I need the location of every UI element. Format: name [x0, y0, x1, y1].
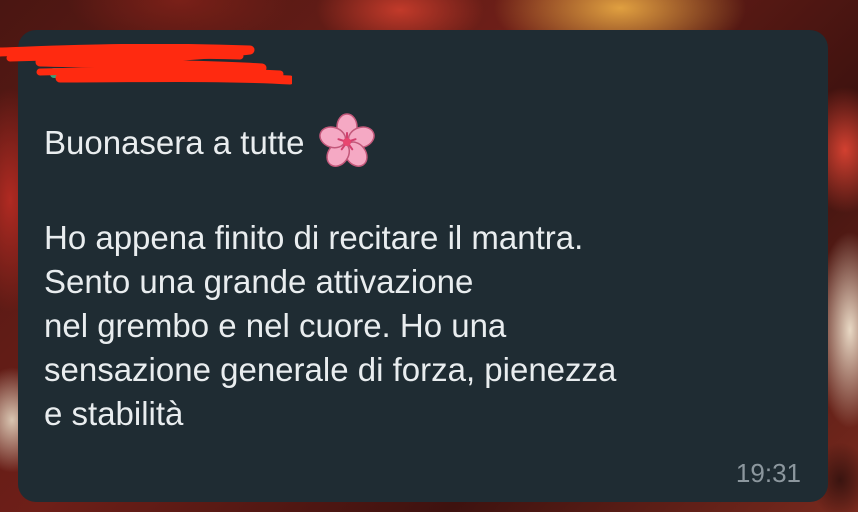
greeting-text: Buonasera a tutte: [44, 124, 305, 161]
message-text: Buonasera a tutte Ho appena finito di re…: [44, 113, 814, 436]
message-line: Sento una grande attivazione: [44, 263, 474, 300]
greeting-line: Buonasera a tutte: [44, 113, 814, 172]
message-line: nel grembo e nel cuore. Ho una: [44, 307, 507, 344]
redacted-sender-name: [0, 44, 292, 85]
message-timestamp: 19:31: [735, 458, 801, 488]
message-line: sensazione generale di forza, pienezza: [44, 351, 617, 388]
message-line: e stabilità: [44, 395, 184, 432]
message-line: Ho appena finito di recitare il mantra.: [44, 219, 584, 256]
cherry-blossom-icon: [318, 113, 375, 167]
